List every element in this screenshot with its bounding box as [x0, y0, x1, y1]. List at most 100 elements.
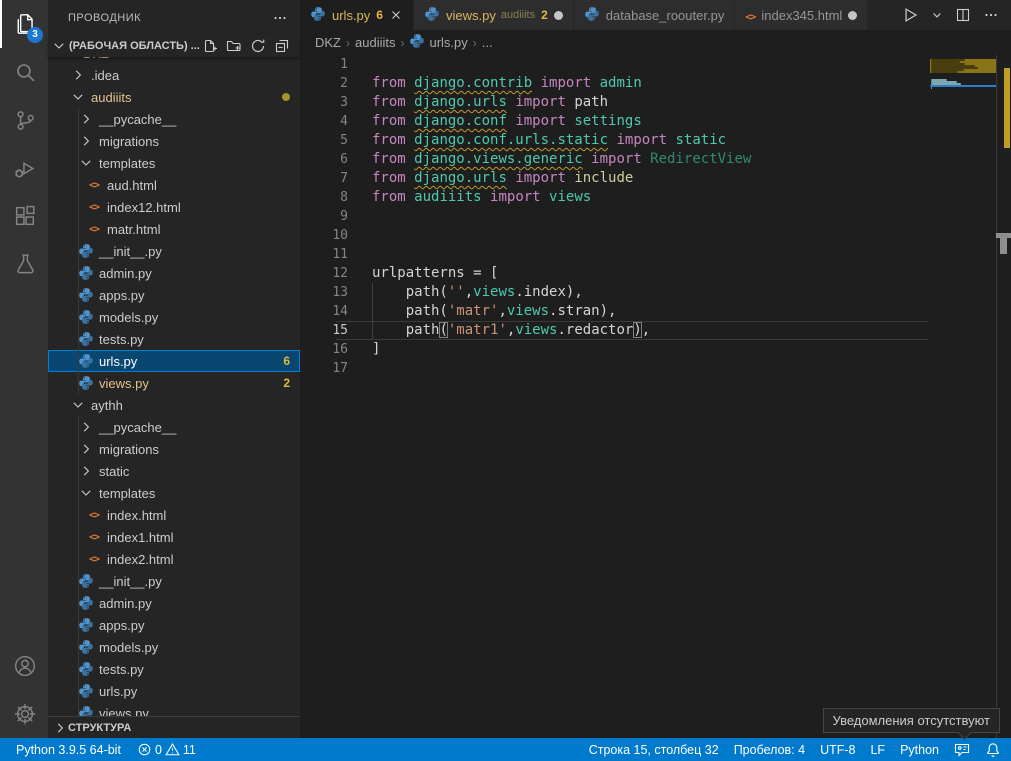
- activity-explorer[interactable]: 3: [0, 0, 48, 48]
- indentation[interactable]: Пробелов: 4: [734, 743, 805, 757]
- run-dropdown[interactable]: [931, 9, 943, 21]
- activity-extensions[interactable]: [0, 192, 48, 240]
- problems-indicator[interactable]: 0 11: [137, 742, 196, 757]
- minimap[interactable]: [930, 57, 997, 177]
- breadcrumb-item[interactable]: DKZ: [315, 35, 341, 50]
- new-folder-icon[interactable]: [226, 38, 242, 54]
- tree-item-views.py[interactable]: views.py: [48, 702, 300, 716]
- tree-item-views.py[interactable]: views.py2: [48, 372, 300, 394]
- notifications-bell-icon[interactable]: [985, 742, 1001, 758]
- code-token: ,: [642, 322, 650, 338]
- tree-item-aud.html[interactable]: <>aud.html: [48, 174, 300, 196]
- tree-item-models.py[interactable]: models.py: [48, 636, 300, 658]
- tree-item-static[interactable]: static: [48, 460, 300, 482]
- html-file-icon: <>: [86, 221, 102, 237]
- python-file-icon: [78, 331, 94, 347]
- tree-item-label: index2.html: [107, 552, 173, 567]
- activity-testing[interactable]: [0, 240, 48, 288]
- activity-account[interactable]: [0, 642, 48, 690]
- more-actions-button[interactable]: [983, 7, 999, 23]
- run-button[interactable]: [901, 6, 919, 24]
- code-line-14: 14 path('matr',views.stran),: [300, 302, 1011, 321]
- warning-icon: [165, 742, 180, 757]
- activity-settings[interactable]: [0, 690, 48, 738]
- feedback-icon[interactable]: [954, 742, 970, 758]
- error-count: 0: [155, 743, 162, 757]
- tree-item-label: __init__.py: [99, 244, 162, 259]
- tree-item--pycache-[interactable]: __pycache__: [48, 416, 300, 438]
- close-tab-icon[interactable]: [389, 8, 403, 22]
- line-number: 2: [300, 74, 348, 93]
- tree-item-admin.py[interactable]: admin.py: [48, 262, 300, 284]
- chevron-right-icon: [52, 720, 68, 736]
- tree-item-apps.py[interactable]: apps.py: [48, 284, 300, 306]
- tab-label: index345.html: [761, 8, 842, 23]
- tab-index345.html[interactable]: <>index345.html: [735, 0, 868, 30]
- eol-sequence[interactable]: LF: [870, 743, 885, 757]
- tree-item-templates[interactable]: templates: [48, 482, 300, 504]
- tree-item-label: index.html: [107, 508, 166, 523]
- collapse-all-icon[interactable]: [274, 38, 290, 54]
- split-editor-button[interactable]: [955, 7, 971, 23]
- tree-item-tests.py[interactable]: tests.py: [48, 658, 300, 680]
- activity-search[interactable]: [0, 48, 48, 96]
- line-number: 14: [300, 302, 348, 321]
- tree-item-index2.html[interactable]: <>index2.html: [48, 548, 300, 570]
- code-line-10: 10: [300, 226, 1011, 245]
- new-file-icon[interactable]: [202, 38, 218, 54]
- tree-item-dkz[interactable]: DKZ: [48, 57, 300, 64]
- editor-scrollbar-thumb[interactable]: [996, 233, 1011, 255]
- tree-item--init-.py[interactable]: __init__.py: [48, 570, 300, 592]
- tree-item-index1.html[interactable]: <>index1.html: [48, 526, 300, 548]
- breadcrumb-item[interactable]: urls.py: [409, 33, 467, 52]
- cursor-position[interactable]: Строка 15, столбец 32: [589, 743, 719, 757]
- activity-source-control[interactable]: [0, 96, 48, 144]
- indent-guide: [78, 130, 79, 152]
- indent-guide: [78, 350, 79, 372]
- indent-guide: [78, 680, 79, 702]
- tree-item--init-.py[interactable]: __init__.py: [48, 240, 300, 262]
- tree-item-aythh[interactable]: aythh: [48, 394, 300, 416]
- tree-item-models.py[interactable]: models.py: [48, 306, 300, 328]
- tree-item-urls.py[interactable]: urls.py6: [48, 350, 300, 372]
- tree-item-migrations[interactable]: migrations: [48, 130, 300, 152]
- indent-guide: [78, 196, 79, 218]
- language-mode[interactable]: Python: [900, 743, 939, 757]
- breadcrumb-separator: ›: [400, 36, 404, 50]
- tree-item-index.html[interactable]: <>index.html: [48, 504, 300, 526]
- tree-item-matr.html[interactable]: <>matr.html: [48, 218, 300, 240]
- breadcrumb-item[interactable]: audiiits: [355, 35, 395, 50]
- outline-section-header[interactable]: СТРУКТУРА: [48, 716, 300, 738]
- tree-item-urls.py[interactable]: urls.py: [48, 680, 300, 702]
- tree-item-audiiits[interactable]: audiiits: [48, 86, 300, 108]
- encoding[interactable]: UTF-8: [820, 743, 855, 757]
- workspace-section-header[interactable]: (РАБОЧАЯ ОБЛАСТЬ) ...: [48, 35, 300, 57]
- tab-database-roouter.py[interactable]: database_roouter.py: [574, 0, 736, 30]
- workspace-label: (РАБОЧАЯ ОБЛАСТЬ) ...: [69, 40, 200, 52]
- tree-item-label: __init__.py: [99, 574, 162, 589]
- code-token: import: [515, 113, 566, 129]
- code-token: .redactor: [557, 322, 633, 338]
- activity-run-debug[interactable]: [0, 144, 48, 192]
- more-actions-icon[interactable]: [272, 10, 288, 26]
- code-token: from: [372, 189, 414, 205]
- code-line-5: 5from django.conf.urls.static import sta…: [300, 131, 1011, 150]
- code-editor[interactable]: 12from django.contrib import admin3from …: [300, 55, 1011, 738]
- code-token: from: [372, 132, 414, 148]
- tree-item-index12.html[interactable]: <>index12.html: [48, 196, 300, 218]
- testing-icon: [13, 252, 38, 277]
- tab-urls.py[interactable]: urls.py6: [300, 0, 414, 30]
- tree-item-apps.py[interactable]: apps.py: [48, 614, 300, 636]
- tree-item--pycache-[interactable]: __pycache__: [48, 108, 300, 130]
- python-interpreter[interactable]: Python 3.9.5 64-bit: [16, 743, 121, 757]
- tree-item-migrations[interactable]: migrations: [48, 438, 300, 460]
- tree-item-templates[interactable]: templates: [48, 152, 300, 174]
- code-token: [482, 189, 490, 205]
- tree-item-.idea[interactable]: .idea: [48, 64, 300, 86]
- source-control-icon: [13, 108, 38, 133]
- tree-item-admin.py[interactable]: admin.py: [48, 592, 300, 614]
- tree-item-tests.py[interactable]: tests.py: [48, 328, 300, 350]
- tab-views.py[interactable]: views.pyaudiiits2: [414, 0, 574, 30]
- breadcrumb-item[interactable]: ...: [482, 35, 493, 50]
- refresh-icon[interactable]: [250, 38, 266, 54]
